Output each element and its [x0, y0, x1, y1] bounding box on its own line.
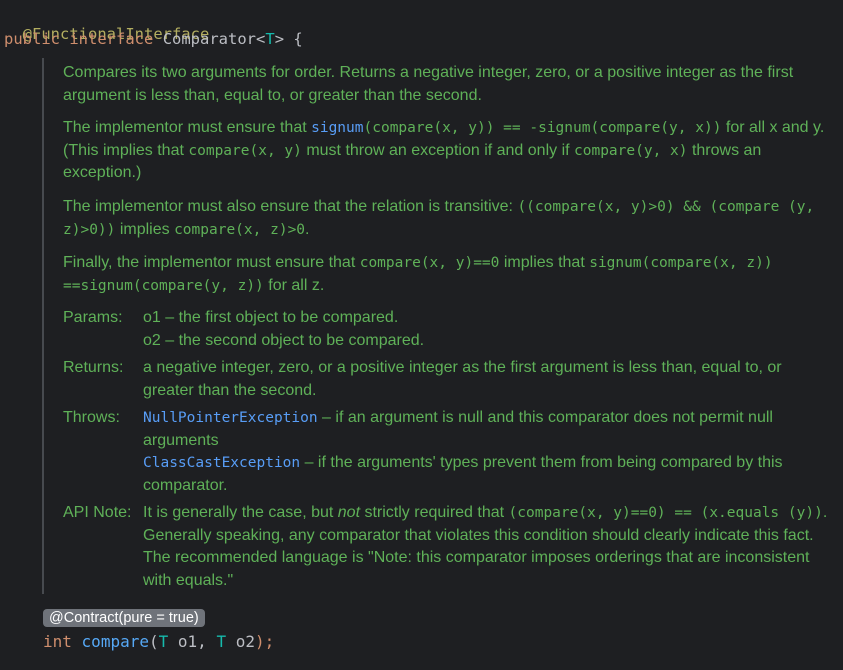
code-text: (compare(x, y)) == -signum(compare(y, x)… [363, 120, 722, 136]
param-o1: o1, [168, 632, 217, 651]
api-note-value: It is generally the case, but not strict… [143, 502, 828, 592]
doc-paragraph-1: Compares its two arguments for order. Re… [63, 64, 794, 104]
code-text: compare(y, x) [574, 142, 688, 159]
returns-value: a negative integer, zero, or a positive … [143, 359, 782, 399]
param-name: o1 [143, 309, 161, 326]
params-label: Params: [63, 309, 123, 326]
param-name: o2 [143, 331, 161, 349]
text: implies [115, 220, 175, 238]
type-parameter[interactable]: T [265, 30, 274, 48]
javadoc-block: Compares its two arguments for order. Re… [42, 58, 834, 594]
method-name[interactable]: compare [82, 632, 149, 651]
interface-name[interactable]: Comparator [163, 30, 256, 48]
text: . [305, 220, 310, 238]
throws-label: Throws: [63, 409, 120, 426]
text: It is generally the case, but [143, 504, 338, 521]
param-o2: o2 – the second object to be compared. [143, 330, 828, 353]
method-signature: int compare(T o1, T o2); [43, 631, 274, 653]
returns-label: Returns: [63, 359, 124, 376]
text: for all z. [263, 276, 325, 294]
text: strictly required that [360, 504, 509, 521]
gt-brace: > { [274, 30, 303, 48]
code-text: compare(x, y) [188, 142, 302, 159]
throws-cce: ClassCastException – if the arguments' t… [143, 452, 828, 497]
param-o1: o1 – the first object to be compared. [143, 307, 828, 330]
param-o2: o2 [226, 632, 255, 651]
code-text: (compare(x, y)==0) == (x.equals (y)) [508, 505, 823, 521]
text: must throw an exception if and only if [301, 141, 575, 159]
code-text: compare(x, z)>0 [174, 221, 306, 238]
param-type-t[interactable]: T [159, 632, 169, 651]
class-cast-exception-link[interactable]: ClassCastException [143, 455, 300, 471]
throws-value: NullPointerException – if an argument is… [143, 407, 828, 497]
text: The implementor must also ensure that th… [63, 198, 518, 215]
api-note-label: API Note: [63, 504, 132, 521]
doc-paragraph-3: The implementor must also ensure that th… [63, 196, 833, 241]
null-pointer-exception-link[interactable]: NullPointerException [143, 410, 318, 426]
params-value: o1 – the first object to be compared. o2… [143, 307, 828, 352]
doc-paragraph-2: The implementor must ensure that signum(… [63, 117, 833, 185]
throws-npe: NullPointerException – if an argument is… [143, 407, 828, 452]
signum-link[interactable]: signum [311, 120, 363, 136]
close-paren-semicolon: ); [254, 632, 275, 651]
emphasis: not [337, 504, 361, 521]
param-desc: – the second object to be compared. [160, 331, 425, 349]
lt-symbol: < [256, 30, 266, 48]
keyword-int: int [43, 632, 72, 651]
text: The implementor must ensure that [63, 119, 312, 136]
interface-declaration: public interface Comparator<T> { [4, 28, 303, 50]
text: Finally, the implementor must ensure tha… [63, 254, 360, 271]
code-text: compare(x, y)==0 [359, 255, 500, 271]
param-type-t[interactable]: T [216, 632, 226, 651]
doc-paragraph-4: Finally, the implementor must ensure tha… [63, 252, 833, 297]
keyword-public: public [4, 30, 60, 48]
contract-annotation-badge[interactable]: @Contract(pure = true) [43, 609, 205, 627]
keyword-interface: interface [69, 30, 154, 48]
text: implies that [499, 254, 590, 271]
param-desc: – the first object to be compared. [160, 309, 399, 326]
open-paren: ( [148, 632, 159, 651]
